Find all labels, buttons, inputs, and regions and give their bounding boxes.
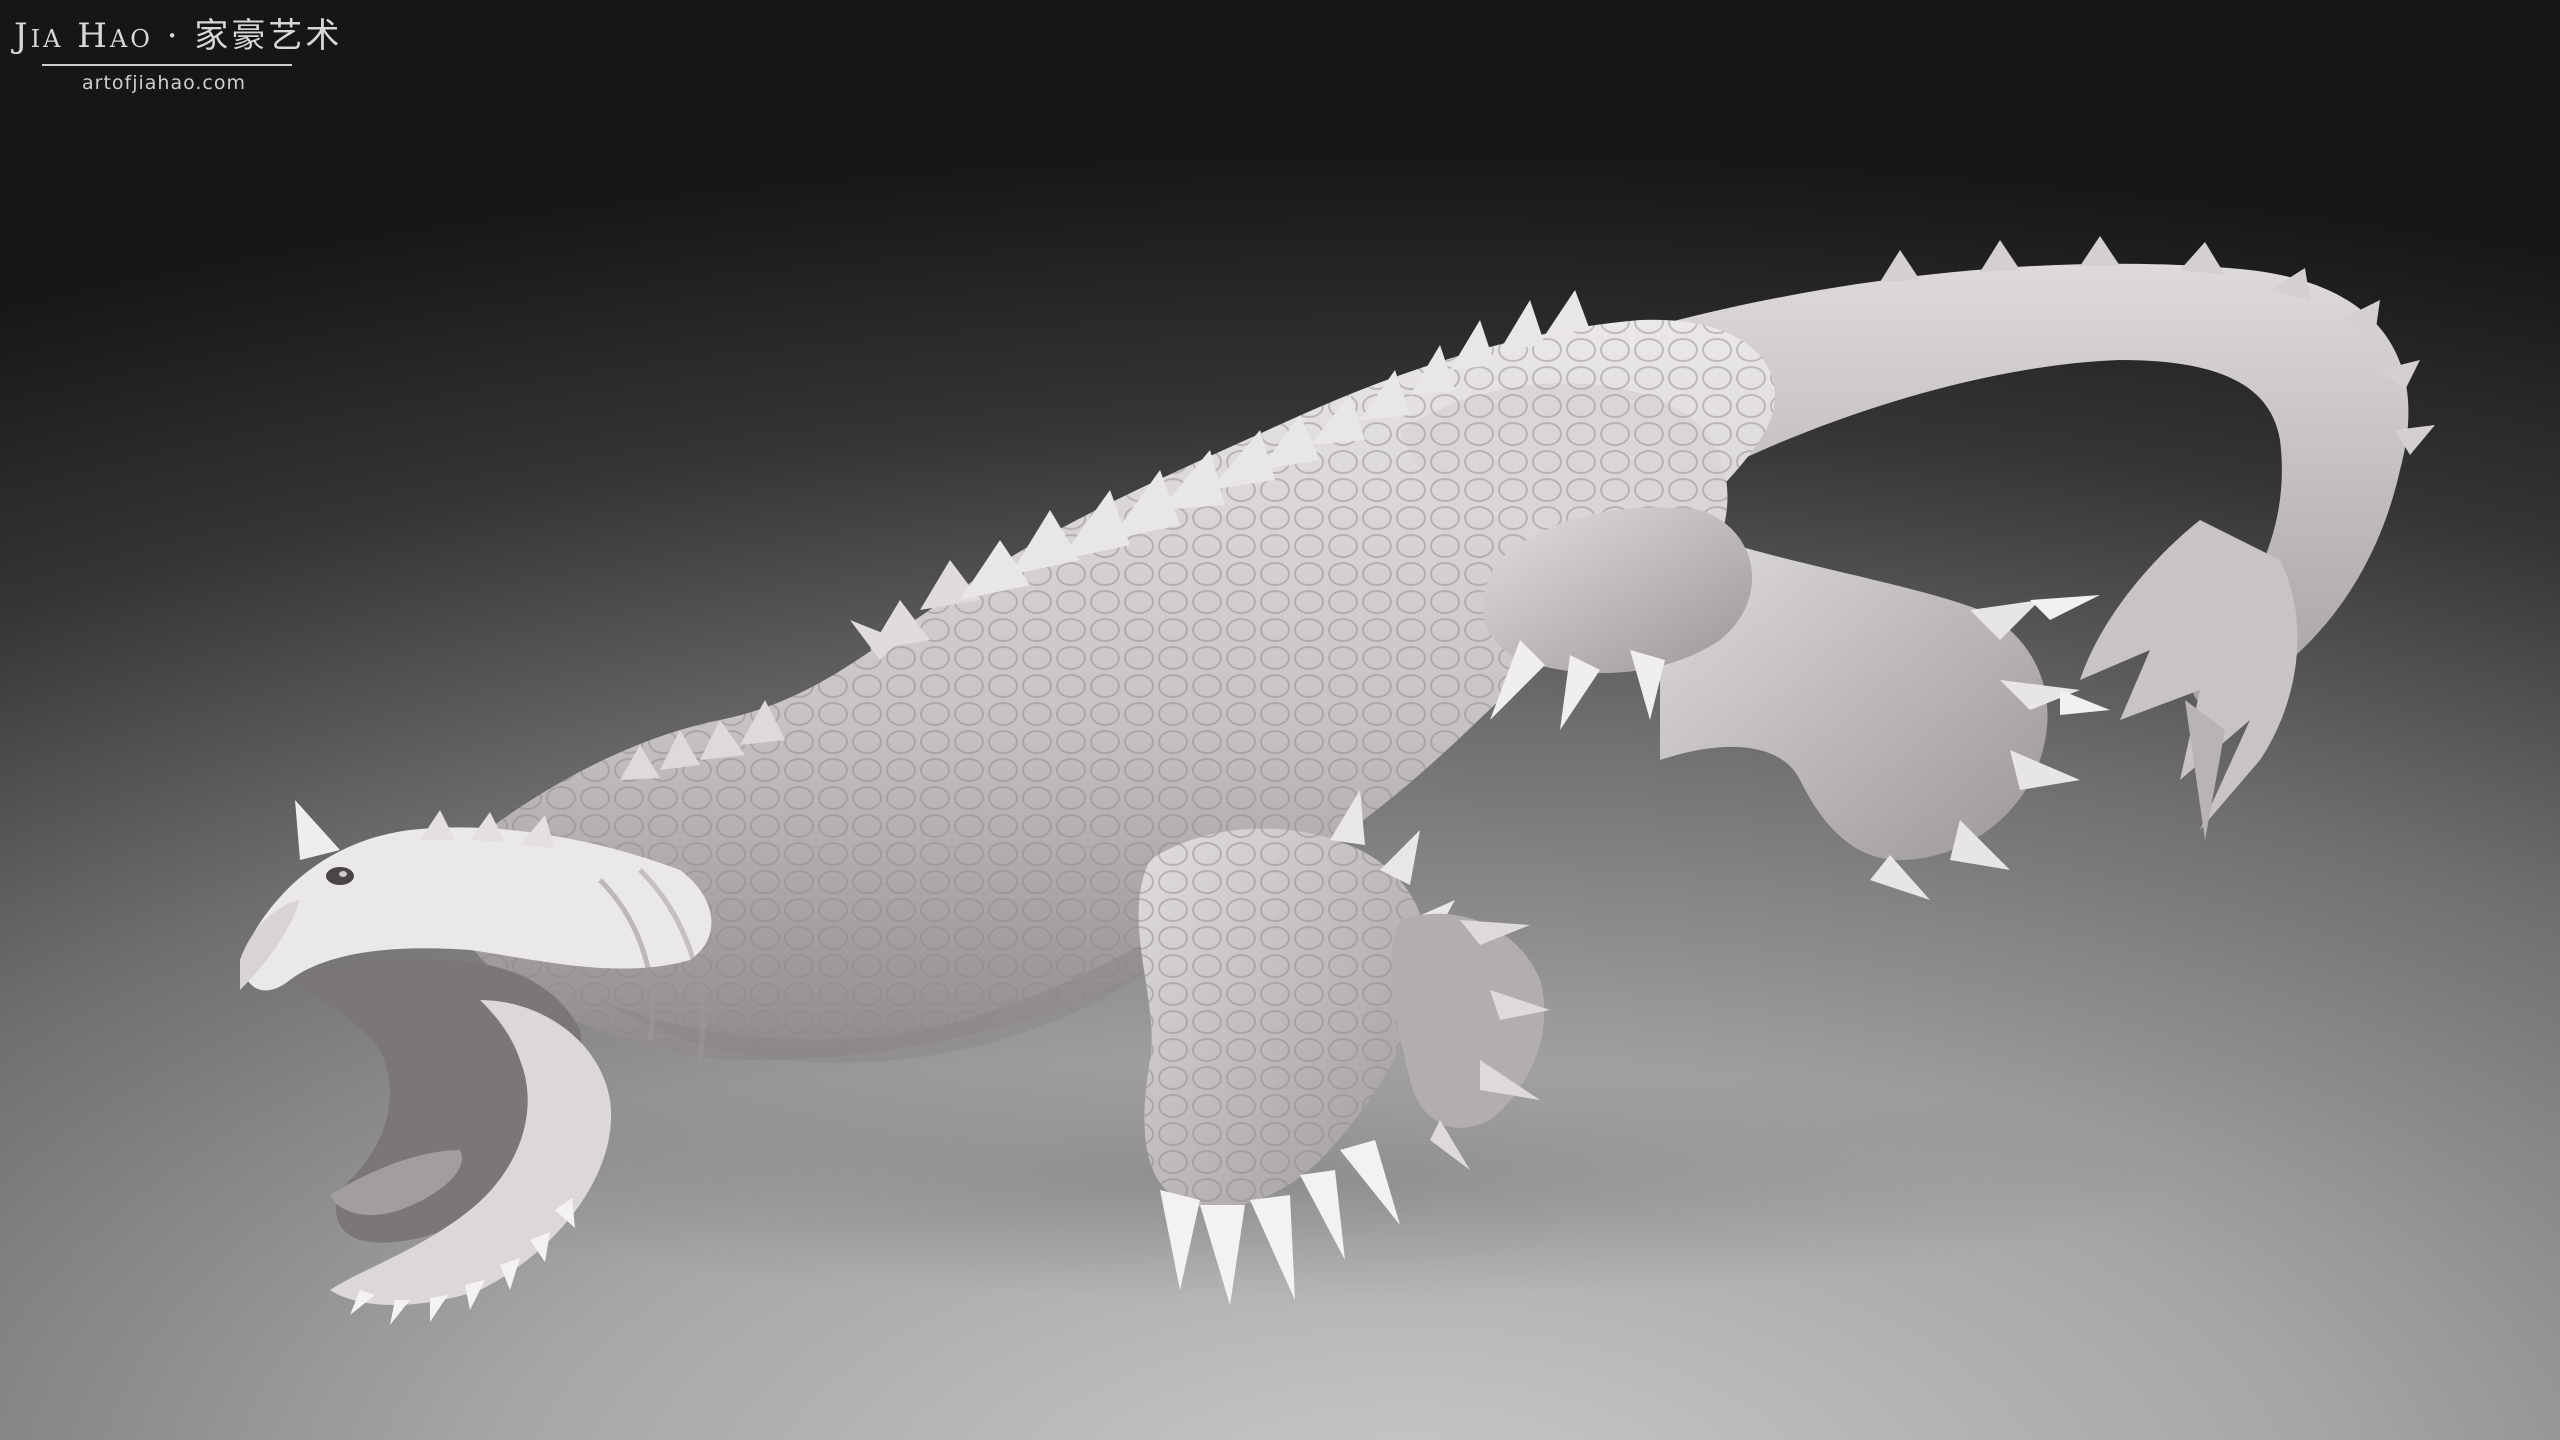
watermark-divider — [42, 64, 292, 66]
watermark: Jia Hao · 家豪艺术 artofjiahao.com — [14, 14, 343, 94]
eye — [326, 867, 354, 885]
creature-sculpt — [240, 236, 2435, 1325]
render-canvas: Jia Hao · 家豪艺术 artofjiahao.com — [0, 0, 2560, 1440]
watermark-name: Jia Hao · 家豪艺术 — [14, 16, 343, 56]
watermark-url: artofjiahao.com — [81, 72, 246, 94]
